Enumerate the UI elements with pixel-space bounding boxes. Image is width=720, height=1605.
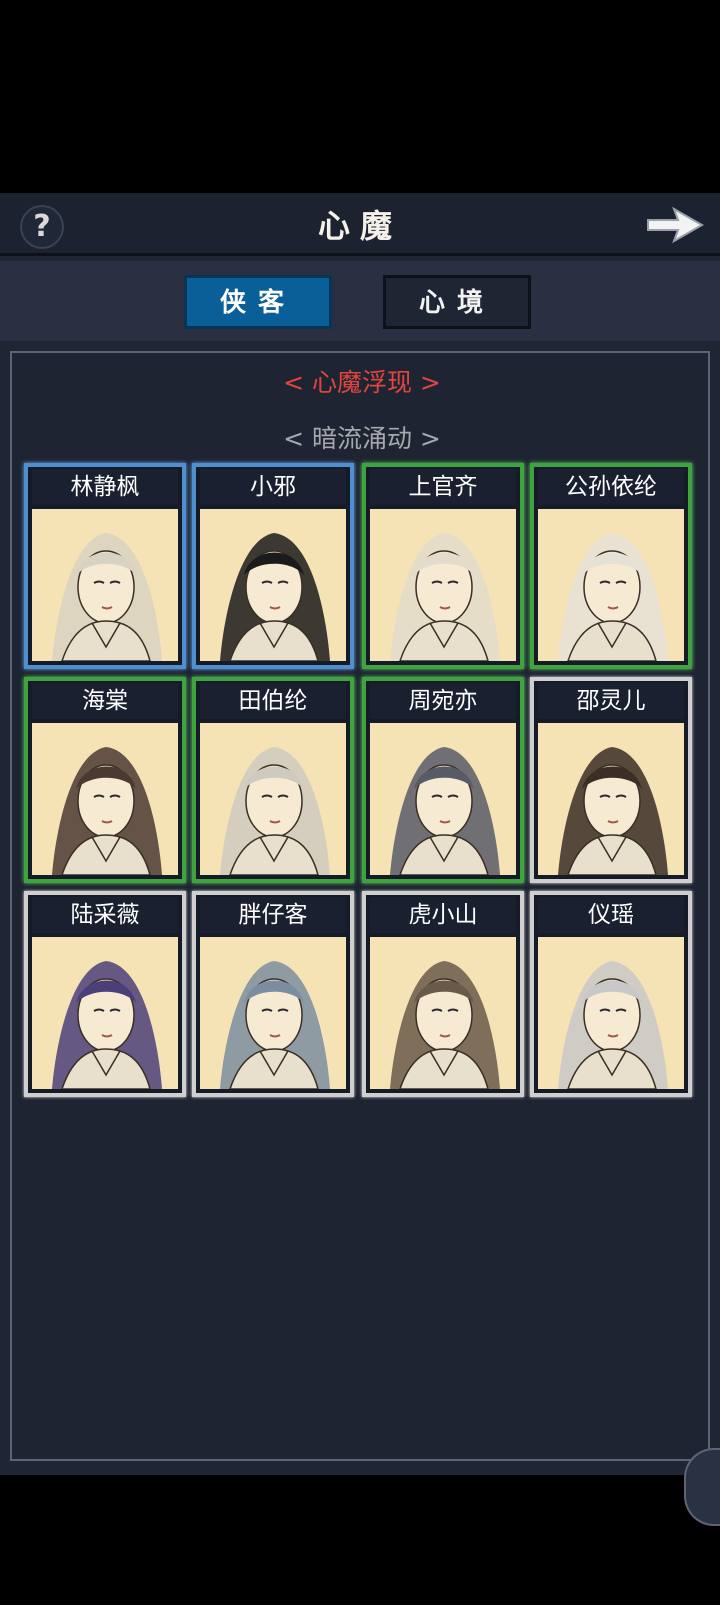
section-header-other[interactable]: < 暗流涌动 > [12,419,712,455]
game-screen: ? 心魔 侠客 心境 < 心魔浮现 > < 暗流涌动 > 林静枫 小邪 上官齐 公孙依… [0,193,720,1526]
character-card[interactable]: 海棠 [24,677,186,883]
arrow-right-icon[interactable] [644,205,706,245]
character-card[interactable]: 邵灵儿 [530,677,692,883]
character-portrait [538,509,684,661]
character-card[interactable]: 公孙依纶 [530,463,692,669]
character-portrait [200,937,346,1089]
character-name: 邵灵儿 [538,683,684,719]
character-name: 田伯纶 [200,683,346,719]
character-card[interactable]: 田伯纶 [192,677,354,883]
character-portrait [538,723,684,875]
top-bar: ? 心魔 [0,193,720,256]
section-header-current[interactable]: < 心魔浮现 > [12,363,712,399]
character-name: 周宛亦 [370,683,516,719]
character-name: 上官齐 [370,469,516,505]
tab-bar: 侠客 心境 [0,261,720,341]
tab-xinjing[interactable]: 心境 [383,275,531,329]
character-card[interactable]: 陆采薇 [24,891,186,1097]
character-card[interactable]: 林静枫 [24,463,186,669]
character-card[interactable]: 胖仔客 [192,891,354,1097]
character-card[interactable]: 小邪 [192,463,354,669]
character-panel: < 心魔浮现 > < 暗流涌动 > 林静枫 小邪 上官齐 公孙依纶海棠 田伯纶 周宛亦 邵灵… [10,351,710,1461]
character-name: 公孙依纶 [538,469,684,505]
character-name: 仪瑶 [538,897,684,933]
character-portrait [200,723,346,875]
character-portrait [538,937,684,1089]
character-portrait [370,509,516,661]
character-name: 虎小山 [370,897,516,933]
character-card[interactable]: 仪瑶 [530,891,692,1097]
character-portrait [200,509,346,661]
character-name: 胖仔客 [200,897,346,933]
character-name: 林静枫 [32,469,178,505]
character-card[interactable]: 周宛亦 [362,677,524,883]
character-portrait [32,509,178,661]
character-portrait [32,937,178,1089]
character-card[interactable]: 上官齐 [362,463,524,669]
tab-xiake[interactable]: 侠客 [184,275,332,329]
character-name: 陆采薇 [32,897,178,933]
character-portrait [370,937,516,1089]
character-card[interactable]: 虎小山 [362,891,524,1097]
side-drawer-handle[interactable] [684,1448,720,1526]
character-portrait [370,723,516,875]
character-portrait [32,723,178,875]
page-title: 心魔 [317,207,402,245]
character-name: 海棠 [32,683,178,719]
character-name: 小邪 [200,469,346,505]
